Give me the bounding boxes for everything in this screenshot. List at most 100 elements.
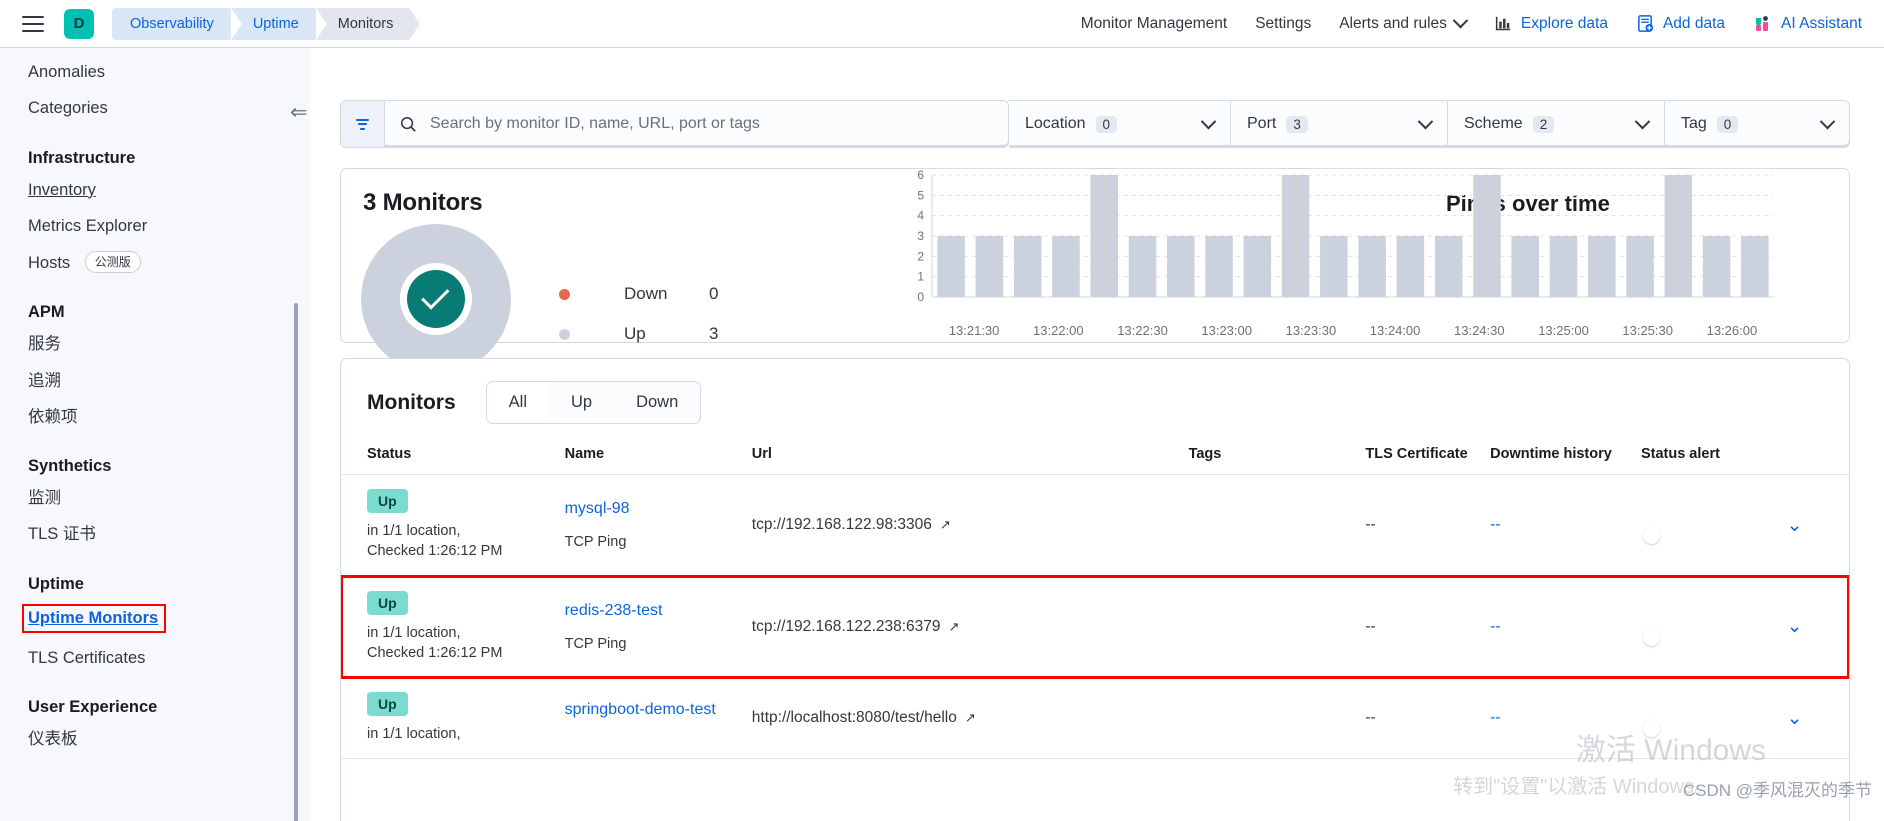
chart-plot-area[interactable]: 0 1 2 3 4 5 6 xyxy=(886,168,1786,324)
column-status-alert: Status alert xyxy=(1640,446,1787,475)
column-url: Url xyxy=(751,446,1189,475)
nav-settings[interactable]: Settings xyxy=(1241,15,1325,33)
sidebar-item-inventory[interactable]: Inventory xyxy=(0,172,310,208)
tab-down[interactable]: Down xyxy=(614,382,700,423)
cell-name: springboot-demo-test xyxy=(564,677,752,760)
chevron-down-icon[interactable]: ⌄ xyxy=(1787,515,1803,536)
sidebar-item-tls-certs-cn[interactable]: TLS 证书 xyxy=(0,516,310,552)
cell-tls-certificate: -- xyxy=(1365,576,1491,679)
sidebar-item-metrics-explorer[interactable]: Metrics Explorer xyxy=(0,208,310,244)
breadcrumb-observability[interactable]: Observability xyxy=(112,7,241,40)
breadcrumb-monitors[interactable]: Monitors xyxy=(315,7,420,40)
external-link-icon: ↗ xyxy=(939,517,951,533)
sidebar-item-dashboard[interactable]: 仪表板 xyxy=(0,721,310,757)
sidebar-item-uptime-monitors-label: Uptime Monitors xyxy=(28,608,159,627)
monitor-name-link[interactable]: redis-238-test xyxy=(565,602,752,620)
add-data-button[interactable]: Add data xyxy=(1622,14,1739,33)
sidebar-scrollbar[interactable] xyxy=(294,303,298,821)
app-header: D Observability Uptime Monitors Monitor … xyxy=(0,0,1884,48)
search-input[interactable]: Search by monitor ID, name, URL, port or… xyxy=(384,100,1009,148)
column-tags: Tags xyxy=(1188,446,1366,475)
main-content: Search by monitor ID, name, URL, port or… xyxy=(310,48,1884,821)
cell-status-alert xyxy=(1640,474,1787,577)
cell-expand: ⌄ xyxy=(1786,474,1849,577)
downtime-value[interactable]: -- xyxy=(1490,709,1500,726)
filter-scheme-count: 2 xyxy=(1532,115,1555,133)
svg-text:5: 5 xyxy=(917,188,924,202)
chart-x-tick: 13:22:00 xyxy=(1032,323,1084,338)
status-badge: Up xyxy=(367,489,408,513)
chart-x-tick: 13:24:00 xyxy=(1369,323,1421,338)
monitor-type: TCP Ping xyxy=(564,534,627,551)
sidebar-item-categories[interactable]: Categories xyxy=(0,90,310,126)
explore-data-label: Explore data xyxy=(1520,14,1608,32)
legend-dot-down xyxy=(559,288,570,300)
status-detail: in 1/1 location, Checked 1:26:12 PM xyxy=(367,623,565,664)
sidebar-item-traces[interactable]: 追溯 xyxy=(0,363,310,399)
sidebar-group-user-experience: User Experience xyxy=(28,698,158,717)
cell-url: http://localhost:8080/test/hello ↗ xyxy=(751,677,1189,760)
nav-alerts-and-rules-label: Alerts and rules xyxy=(1339,14,1447,32)
external-link-icon: ↗ xyxy=(964,710,976,726)
filter-location[interactable]: Location 0 xyxy=(1009,100,1231,148)
sidebar-item-tls-certificates[interactable]: TLS Certificates xyxy=(0,640,310,676)
filter-scheme[interactable]: Scheme 2 xyxy=(1448,100,1665,148)
sidebar-item-hosts[interactable]: Hosts 公测版 xyxy=(0,244,310,281)
chart-x-tick: 13:22:30 xyxy=(1117,323,1168,338)
sidebar-item-monitoring[interactable]: 监测 xyxy=(0,480,310,516)
nav-alerts-and-rules[interactable]: Alerts and rules xyxy=(1325,12,1480,33)
filter-tag-count: 0 xyxy=(1716,115,1739,133)
sidebar-item-dependencies[interactable]: 依赖项 xyxy=(0,399,310,435)
legend-label-down: Down xyxy=(624,284,668,303)
filter-scheme-label: Scheme xyxy=(1464,115,1523,132)
monitor-name-link[interactable]: springboot-demo-test xyxy=(565,701,752,719)
filter-port[interactable]: Port 3 xyxy=(1231,100,1448,148)
chart-x-tick: 13:24:30 xyxy=(1453,323,1505,338)
space-avatar[interactable]: D xyxy=(64,8,94,39)
breadcrumb-uptime[interactable]: Uptime xyxy=(230,7,326,40)
legend-dot-up xyxy=(559,328,570,340)
nav-monitor-management[interactable]: Monitor Management xyxy=(1067,15,1241,33)
tab-all[interactable]: All xyxy=(486,382,549,423)
downtime-value[interactable]: -- xyxy=(1490,618,1500,635)
explore-data-button[interactable]: Explore data xyxy=(1480,14,1622,33)
status-badge: Up xyxy=(367,590,408,615)
monitor-url[interactable]: http://localhost:8080/test/hello ↗ xyxy=(752,709,976,727)
collapse-panel-icon[interactable]: ⇐ xyxy=(290,100,308,125)
filter-tag[interactable]: Tag 0 xyxy=(1665,100,1850,148)
sidebar-item-uptime-monitors[interactable]: Uptime Monitors xyxy=(0,598,310,640)
hamburger-icon[interactable] xyxy=(22,15,44,32)
search-filter-bar: Search by monitor ID, name, URL, port or… xyxy=(340,100,1850,148)
table-row[interactable]: Up in 1/1 location, Checked 1:26:12 PM mysq… xyxy=(341,474,1849,577)
external-link-icon: ↗ xyxy=(948,618,960,634)
downtime-value[interactable]: -- xyxy=(1490,516,1500,533)
monitor-url[interactable]: tcp://192.168.122.98:3306 ↗ xyxy=(752,516,951,534)
bar-chart-icon xyxy=(1495,16,1511,31)
sidebar-item-anomalies[interactable]: Anomalies xyxy=(0,54,310,90)
pings-over-time-chart: Pings over time Pings 0123456 13:21:3013… xyxy=(886,168,1849,439)
monitor-url[interactable]: tcp://192.168.122.238:6379 ↗ xyxy=(752,618,960,636)
filter-icon[interactable] xyxy=(340,100,384,148)
cell-tls-certificate: -- xyxy=(1365,474,1491,577)
cell-status: Up in 1/1 location, xyxy=(341,677,565,760)
svg-text:6: 6 xyxy=(917,169,924,182)
cell-tags xyxy=(1188,677,1366,760)
chart-x-tick: 13:23:30 xyxy=(1285,323,1337,338)
tls-value: -- xyxy=(1365,617,1376,635)
cell-status: Up in 1/1 location, Checked 1:26:12 PM xyxy=(341,576,565,679)
chevron-down-icon xyxy=(1452,12,1469,29)
svg-text:4: 4 xyxy=(917,209,924,223)
ai-assistant-button[interactable]: AI Assistant xyxy=(1739,14,1876,34)
chevron-down-icon[interactable]: ⌄ xyxy=(1787,708,1803,729)
tls-value: -- xyxy=(1365,709,1376,727)
status-legend: Down 0 Up 3 xyxy=(559,274,718,354)
monitor-name-link[interactable]: mysql-98 xyxy=(565,500,752,518)
tab-up[interactable]: Up xyxy=(549,382,614,423)
chart-x-tick: 13:26:00 xyxy=(1706,323,1758,338)
table-row[interactable]: Up in 1/1 location, Checked 1:26:12 PM redi… xyxy=(341,575,1849,679)
windows-activation-watermark-line2: 转到"设置"以激活 Windows。 xyxy=(1453,776,1714,798)
chevron-down-icon xyxy=(1634,113,1651,129)
breadcrumb: Observability Uptime Monitors xyxy=(112,7,420,40)
chevron-down-icon[interactable]: ⌄ xyxy=(1787,616,1803,637)
sidebar-item-services[interactable]: 服务 xyxy=(0,326,310,362)
